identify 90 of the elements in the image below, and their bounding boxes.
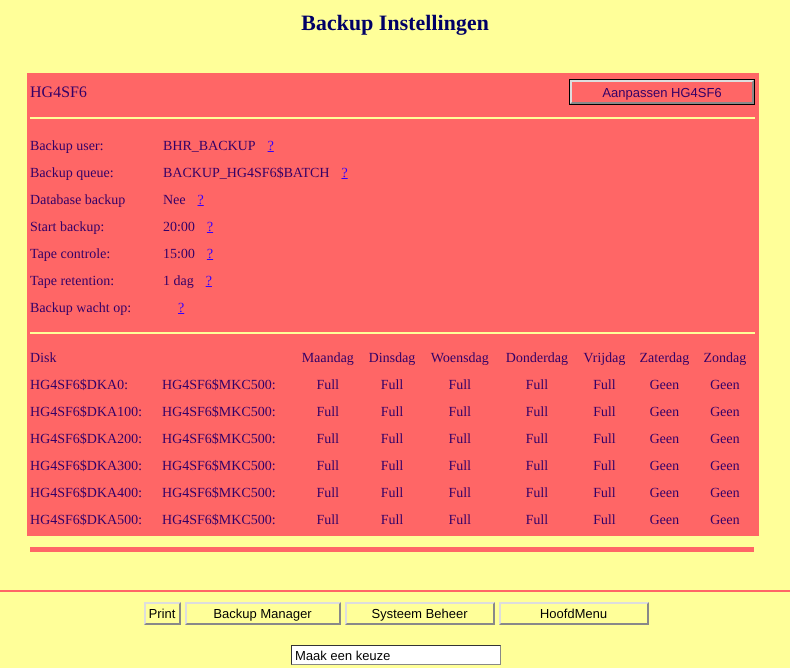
table-cell-text: Geen — [709, 430, 741, 448]
table-cell-text: Full — [380, 404, 404, 422]
table-cell-text: Full — [380, 512, 404, 530]
table-cell: HG4SF6$DKA500: — [30, 507, 162, 534]
table-cell: HG4SF6$DKA100: — [30, 399, 162, 426]
table-cell: HG4SF6$DKA400: — [30, 480, 162, 507]
help-link[interactable]: ? — [206, 220, 214, 236]
setting-label: Tape retention: — [30, 274, 116, 290]
table-cell-text: Geen — [709, 404, 741, 422]
column-header: Woensdag — [430, 350, 490, 368]
table-cell-text: Full — [315, 458, 340, 476]
setting-value: 1 dag — [163, 274, 194, 290]
column-header: Vrijdag — [582, 350, 626, 368]
nav-button[interactable]: Backup Manager — [184, 602, 340, 625]
table-cell-text: Geen — [709, 484, 741, 502]
table-cell-text: Full — [524, 512, 550, 530]
table-cell-text: Geen — [648, 484, 680, 502]
help-link[interactable]: ? — [341, 166, 348, 182]
table-cell-text: Geen — [648, 376, 680, 394]
table-cell-text: Full — [524, 458, 550, 476]
table-cell-text: Geen — [709, 512, 741, 530]
table-cell-text: HG4SF6$MKC500: — [162, 376, 277, 394]
table-cell-text: Full — [380, 458, 404, 476]
help-link[interactable]: ? — [178, 300, 184, 316]
table-cell-text: Full — [592, 376, 617, 394]
table-cell-text: HG4SF6$MKC500: — [162, 404, 277, 422]
table-cell-text: Full — [315, 430, 340, 448]
table-cell-text: Geen — [648, 458, 680, 476]
help-link[interactable]: ? — [198, 192, 204, 208]
table-cell-text: Geen — [648, 512, 680, 530]
help-link[interactable]: ? — [206, 274, 212, 290]
table-cell-text: Full — [447, 484, 472, 502]
setting-label: Backup user: — [30, 138, 104, 154]
table-cell-text: Full — [447, 376, 472, 394]
page-title: Backup Instellingen — [300, 9, 490, 37]
table-cell-text: Full — [447, 458, 472, 476]
table-cell: HG4SF6$DKA200: — [30, 426, 162, 453]
setting-value: 20:00 — [163, 220, 195, 236]
table-cell-text: Full — [592, 512, 617, 530]
nav-button[interactable]: HoofdMenu — [498, 602, 648, 625]
table-cell: HG4SF6$DKA0: — [30, 372, 162, 399]
column-header: Dinsdag — [368, 350, 416, 368]
table-cell-text: HG4SF6$MKC500: — [162, 430, 277, 448]
table-cell-text: Full — [447, 512, 472, 530]
table-cell-text: Geen — [709, 376, 741, 394]
node-name: HG4SF6 — [30, 83, 87, 102]
table-cell: HG4SF6$DKA300: — [30, 453, 162, 480]
table-cell-text: Full — [592, 458, 617, 476]
table-cell-text: Geen — [648, 430, 680, 448]
table-cell-text: Full — [524, 484, 550, 502]
setting-value: BACKUP_HG4SF6$BATCH — [163, 166, 330, 182]
setting-value: 15:00 — [163, 246, 195, 262]
table-cell-text: Full — [380, 376, 404, 394]
table-cell-text: Full — [315, 484, 340, 502]
setting-label: Backup wacht op: — [30, 300, 132, 316]
table-cell-text: HG4SF6$MKC500: — [162, 484, 277, 502]
setting-label: Tape controle: — [30, 246, 112, 262]
table-cell-text: Full — [380, 430, 404, 448]
table-cell-text: Full — [592, 404, 617, 422]
table-cell-text: Full — [380, 484, 404, 502]
column-header: Disk — [30, 350, 58, 368]
column-header: Maandag — [300, 350, 355, 368]
setting-label: Backup queue: — [30, 166, 115, 182]
choice-field[interactable]: Maak een keuze — [291, 645, 501, 665]
setting-value: BHR_BACKUP — [163, 138, 256, 154]
table-cell-text: Full — [524, 404, 550, 422]
column-header: Zondag — [702, 350, 748, 368]
table-cell-text: Full — [524, 376, 550, 394]
setting-value: Nee — [163, 192, 186, 208]
edit-button[interactable]: Aanpassen HG4SF6 — [570, 80, 754, 104]
table-cell-text: Geen — [648, 404, 680, 422]
table-cell-text: Full — [315, 404, 340, 422]
column-header: Zaterdag — [638, 350, 690, 368]
table-cell-text: HG4SF6$MKC500: — [162, 458, 277, 476]
setting-label: Start backup: — [30, 220, 106, 236]
table-cell-text: Full — [447, 404, 472, 422]
table-cell-text: Geen — [709, 458, 741, 476]
nav-button[interactable]: Print — [144, 602, 180, 625]
help-link[interactable]: ? — [206, 246, 214, 262]
column-header: Donderdag — [504, 350, 569, 368]
help-link[interactable]: ? — [268, 138, 274, 154]
table-cell-text: Full — [524, 430, 550, 448]
table-cell-text: Full — [315, 376, 340, 394]
table-cell-text: HG4SF6$MKC500: — [162, 512, 277, 530]
table-cell-text: Full — [447, 430, 472, 448]
table-cell-text: Full — [592, 484, 617, 502]
table-cell-text: Full — [592, 430, 617, 448]
nav-button[interactable]: Systeem Beheer — [344, 602, 494, 625]
table-cell-text: Full — [315, 512, 340, 530]
setting-label: Database backup — [30, 192, 126, 208]
